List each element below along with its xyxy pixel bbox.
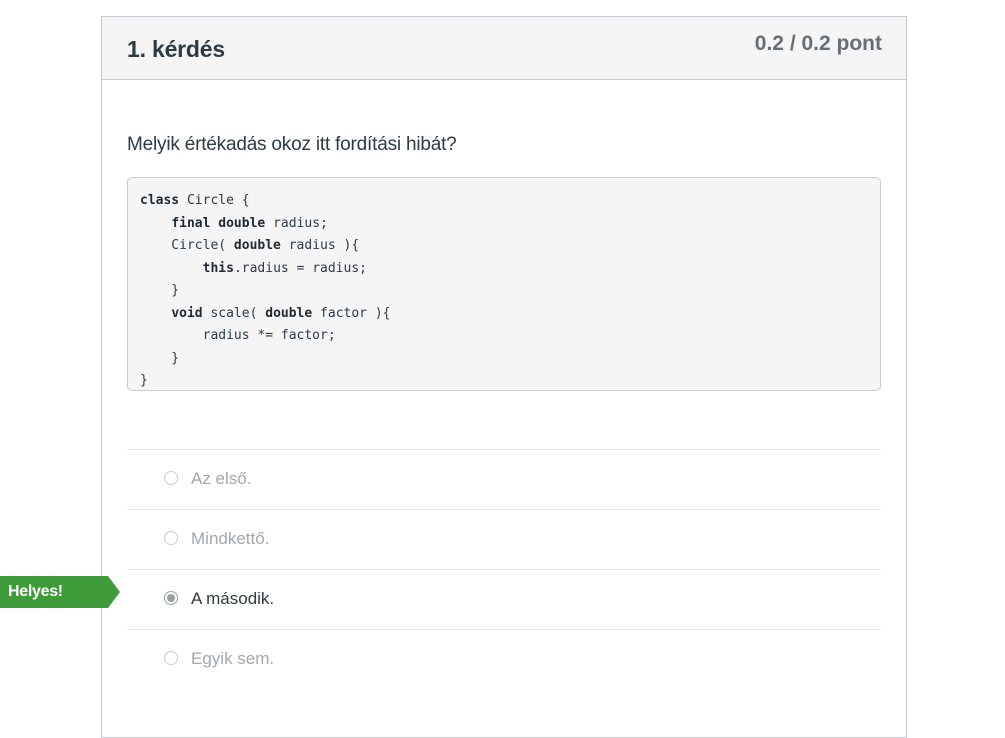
answer-radio[interactable] xyxy=(164,531,178,545)
code-keyword: double xyxy=(233,238,281,253)
code-line: } xyxy=(140,370,868,393)
code-line: final double radius; xyxy=(140,213,868,236)
code-text: factor ){ xyxy=(312,305,391,321)
question-text: Melyik értékadás okoz itt fordítási hibá… xyxy=(127,134,457,155)
answer-label: A második. xyxy=(191,589,275,608)
correct-answer-flag: Helyes! xyxy=(0,576,120,608)
code-line: radius *= factor; xyxy=(140,325,868,348)
answer-label: Mindkettő. xyxy=(191,529,270,548)
code-line: this.radius = radius; xyxy=(140,258,868,281)
code-text: Circle { xyxy=(179,193,250,208)
code-block: class Circle { final double radius; Circ… xyxy=(127,177,881,391)
code-keyword: this xyxy=(202,260,234,276)
code-line: } xyxy=(140,348,868,371)
answer-label: Az első. xyxy=(191,469,252,488)
answer-list: Az első. Mindkettő. A második. Egyik sem. xyxy=(127,449,881,689)
code-keyword: class xyxy=(140,193,180,208)
code-text: radius; xyxy=(265,215,328,231)
code-keyword: double xyxy=(265,305,313,321)
code-line: void scale( double factor ){ xyxy=(140,303,868,326)
answer-radio[interactable] xyxy=(164,651,178,665)
code-line: } xyxy=(140,280,868,303)
code-line: class Circle { xyxy=(140,190,868,213)
answer-option[interactable]: Egyik sem. xyxy=(127,629,881,689)
question-card: 1. kérdés 0.2 / 0.2 pont Melyik értékadá… xyxy=(101,16,907,738)
code-keyword: void xyxy=(171,305,203,321)
code-line: Circle( double radius ){ xyxy=(140,235,868,258)
code-text: } xyxy=(140,350,180,366)
question-score: 0.2 / 0.2 pont xyxy=(754,32,882,55)
code-text: } xyxy=(140,373,148,388)
code-text: radius *= factor; xyxy=(140,328,336,343)
code-text: .radius = radius; xyxy=(233,260,367,276)
answer-radio[interactable] xyxy=(164,591,178,605)
answer-option[interactable]: A második. xyxy=(127,569,881,629)
code-text: } xyxy=(140,283,180,298)
question-title: 1. kérdés xyxy=(127,36,225,62)
code-keyword: final xyxy=(171,215,211,231)
question-header: 1. kérdés 0.2 / 0.2 pont xyxy=(102,17,906,80)
answer-option[interactable]: Az első. xyxy=(127,449,881,509)
code-text: scale( xyxy=(202,305,266,321)
code-keyword: double xyxy=(218,215,266,231)
answer-option[interactable]: Mindkettő. xyxy=(127,509,881,569)
answer-label: Egyik sem. xyxy=(191,649,275,668)
code-text: Circle( xyxy=(140,238,234,253)
correct-answer-label: Helyes! xyxy=(8,583,63,600)
code-text: radius ){ xyxy=(280,238,360,253)
answer-radio[interactable] xyxy=(164,471,178,485)
